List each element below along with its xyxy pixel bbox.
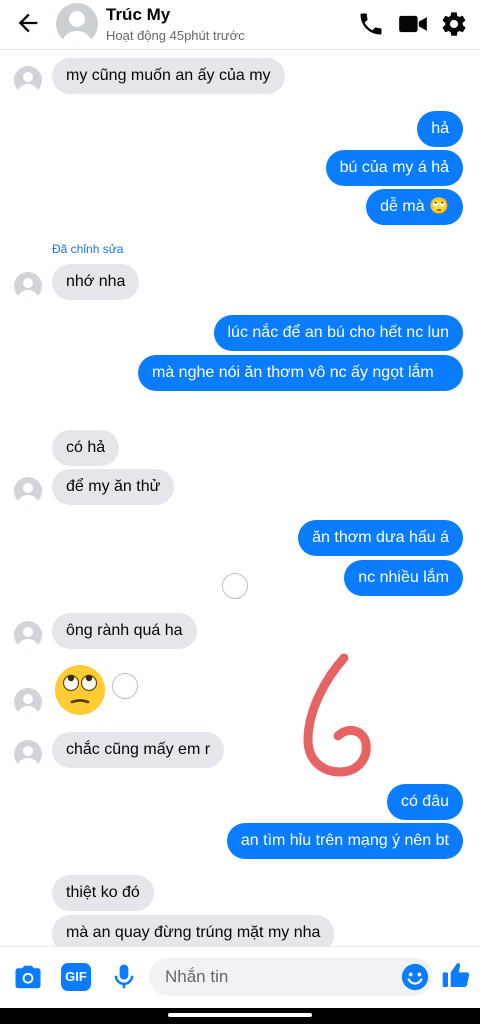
video-camera-icon[interactable] [398,10,428,38]
contact-name[interactable]: Trúc My [106,5,170,25]
message-outgoing[interactable]: bú của my á hả [325,150,463,186]
sender-avatar[interactable] [14,688,42,716]
message-incoming[interactable]: chắc cũng mấy em r [52,732,225,768]
message-incoming[interactable]: có hả [52,430,120,466]
message-outgoing[interactable]: lúc nắc để an bú cho hết nc lun [213,315,463,351]
message-incoming[interactable]: để my ăn thử [52,469,175,505]
message-incoming[interactable]: my cũng muốn an ấy của my [52,58,285,94]
message-outgoing[interactable]: mà nghe nói ăn thơm vô nc ấy ngọt lắm [138,355,463,391]
gif-icon[interactable]: GIF [61,963,91,991]
message-outgoing[interactable]: an tìm hỉu trên mạng ý nên bt [226,823,463,859]
drawn-scribble [303,653,371,777]
gif-label: GIF [65,969,87,984]
message-incoming[interactable]: ông rành quá ha [52,613,197,649]
gear-icon[interactable] [440,10,468,38]
eye-roll-emoji-icon[interactable] [54,664,106,716]
sender-avatar[interactable] [14,477,42,505]
seen-indicator [222,573,248,599]
message-incoming[interactable]: nhớ nha [52,264,140,300]
seen-indicator [112,673,138,699]
message-outgoing[interactable]: dễ mà 🙄 [366,189,463,225]
back-arrow-icon[interactable] [14,9,42,37]
message-outgoing[interactable]: có đâu [386,784,463,820]
chat-header: Trúc My Hoạt động 45phút trước [0,0,480,50]
message-outgoing[interactable]: hả [417,111,463,147]
message-incoming[interactable]: thiệt ko đó [52,875,154,911]
message-input[interactable] [149,958,433,996]
thumbs-up-icon[interactable] [440,959,472,991]
sender-avatar[interactable] [14,272,42,300]
camera-icon[interactable] [13,962,43,992]
emoji-icon[interactable] [400,962,430,992]
edited-label: Đã chỉnh sửa [52,242,124,256]
sender-avatar[interactable] [14,740,42,768]
microphone-icon[interactable] [109,962,139,992]
home-gesture-handle[interactable] [168,1013,312,1017]
phone-icon[interactable] [357,10,385,38]
message-composer: GIF [0,946,480,1008]
active-status: Hoạt động 45phút trước [106,28,245,43]
message-outgoing[interactable]: ăn thơm dưa hấu á [298,520,463,556]
sender-avatar[interactable] [14,621,42,649]
sender-avatar[interactable] [14,66,42,94]
contact-avatar[interactable] [56,3,98,45]
message-outgoing[interactable]: nc nhiều lắm [344,560,463,596]
